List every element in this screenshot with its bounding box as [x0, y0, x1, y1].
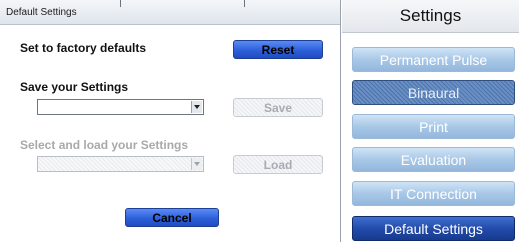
default-settings-dialog: Default Settings Set to factory defaults… — [0, 0, 341, 242]
save-settings-select[interactable] — [37, 99, 204, 115]
nav-default-settings-button[interactable]: Default Settings — [352, 216, 515, 241]
reset-button[interactable]: Reset — [233, 40, 323, 59]
nav-binaural-button[interactable]: Binaural — [352, 80, 515, 105]
panel-title: Settings — [342, 0, 519, 33]
factory-defaults-label: Set to factory defaults — [20, 41, 147, 55]
save-settings-label: Save your Settings — [20, 80, 129, 94]
load-button[interactable]: Load — [233, 155, 323, 174]
chevron-down-icon[interactable] — [191, 158, 202, 170]
nav-it-connection-button[interactable]: IT Connection — [352, 181, 515, 206]
save-button[interactable]: Save — [233, 98, 323, 117]
chevron-down-icon[interactable] — [191, 101, 202, 113]
cancel-button[interactable]: Cancel — [125, 208, 219, 227]
titlebar-tick — [244, 0, 245, 7]
titlebar-tick — [120, 0, 121, 7]
nav-evaluation-button[interactable]: Evaluation — [352, 147, 515, 172]
load-settings-select[interactable] — [37, 156, 204, 172]
nav-permanent-pulse-button[interactable]: Permanent Pulse — [352, 47, 515, 72]
dialog-title: Default Settings — [6, 7, 77, 18]
nav-print-button[interactable]: Print — [352, 114, 515, 139]
settings-panel: Settings Permanent Pulse Binaural Print … — [342, 0, 519, 242]
dialog-titlebar: Default Settings — [0, 0, 340, 25]
load-settings-label: Select and load your Settings — [20, 138, 189, 152]
